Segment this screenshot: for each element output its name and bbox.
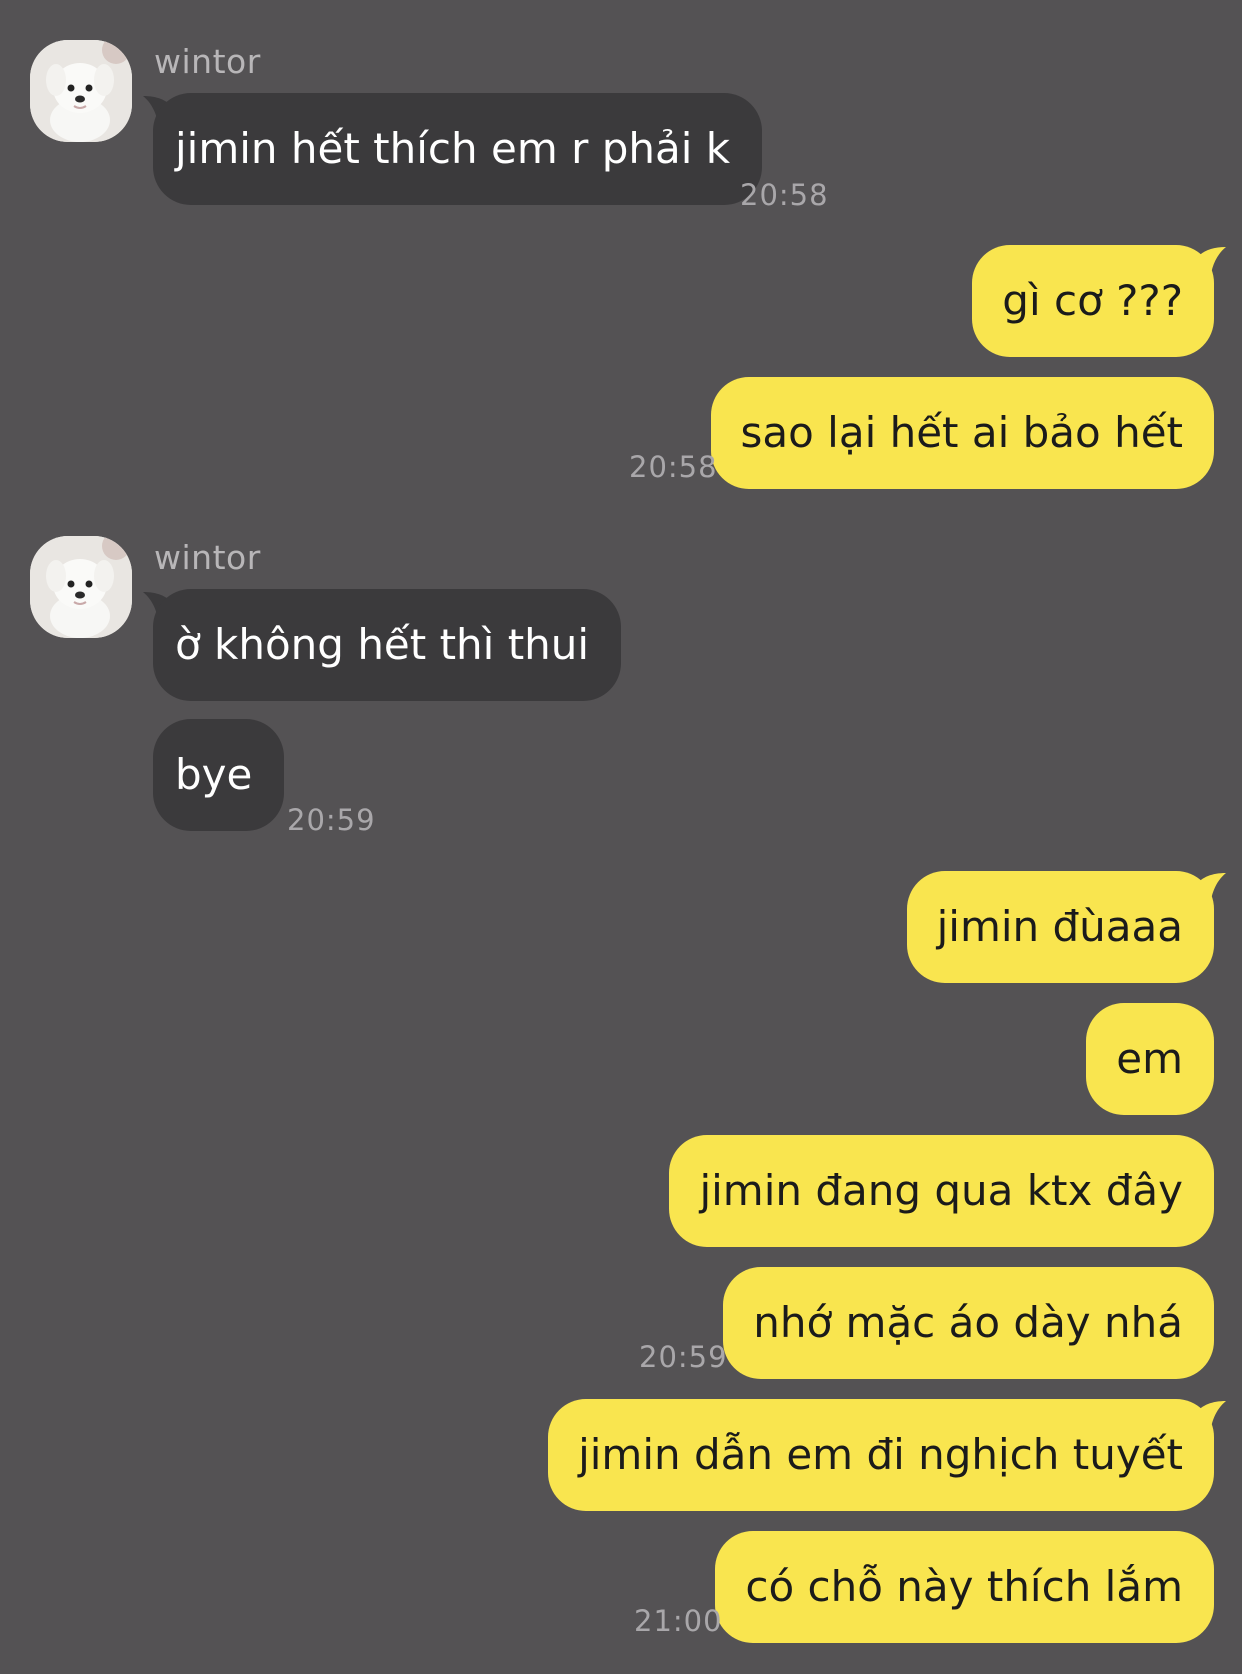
sender-name: wintor — [154, 42, 261, 81]
outgoing-message[interactable]: jimin đùaaa — [906, 871, 1214, 983]
timestamp: 21:00 — [634, 1604, 723, 1638]
avatar[interactable] — [30, 40, 132, 142]
outgoing-message[interactable]: jimin đang qua ktx đây — [669, 1135, 1214, 1247]
avatar[interactable] — [30, 536, 132, 638]
sender-name: wintor — [154, 538, 261, 577]
timestamp: 20:58 — [629, 450, 718, 484]
outgoing-message[interactable]: nhớ mặc áo dày nhá — [723, 1267, 1214, 1379]
outgoing-message[interactable]: em — [1086, 1003, 1214, 1115]
chat-window[interactable]: wintor jimin hết thích em r phải k 20:58… — [0, 0, 1242, 1674]
puppy-avatar-icon — [30, 536, 132, 638]
incoming-message[interactable]: jimin hết thích em r phải k — [153, 93, 763, 205]
outgoing-message[interactable]: sao lại hết ai bảo hết — [710, 377, 1214, 489]
timestamp: 20:58 — [740, 178, 829, 212]
timestamp: 20:59 — [287, 803, 376, 837]
puppy-avatar-icon — [30, 40, 132, 142]
outgoing-message[interactable]: jimin dẫn em đi nghịch tuyết — [548, 1399, 1214, 1511]
incoming-message[interactable]: ờ không hết thì thui — [153, 589, 622, 701]
timestamp: 20:59 — [639, 1340, 728, 1374]
outgoing-message[interactable]: gì cơ ??? — [972, 245, 1214, 357]
outgoing-message[interactable]: có chỗ này thích lắm — [715, 1531, 1214, 1643]
incoming-message[interactable]: bye — [153, 719, 285, 831]
